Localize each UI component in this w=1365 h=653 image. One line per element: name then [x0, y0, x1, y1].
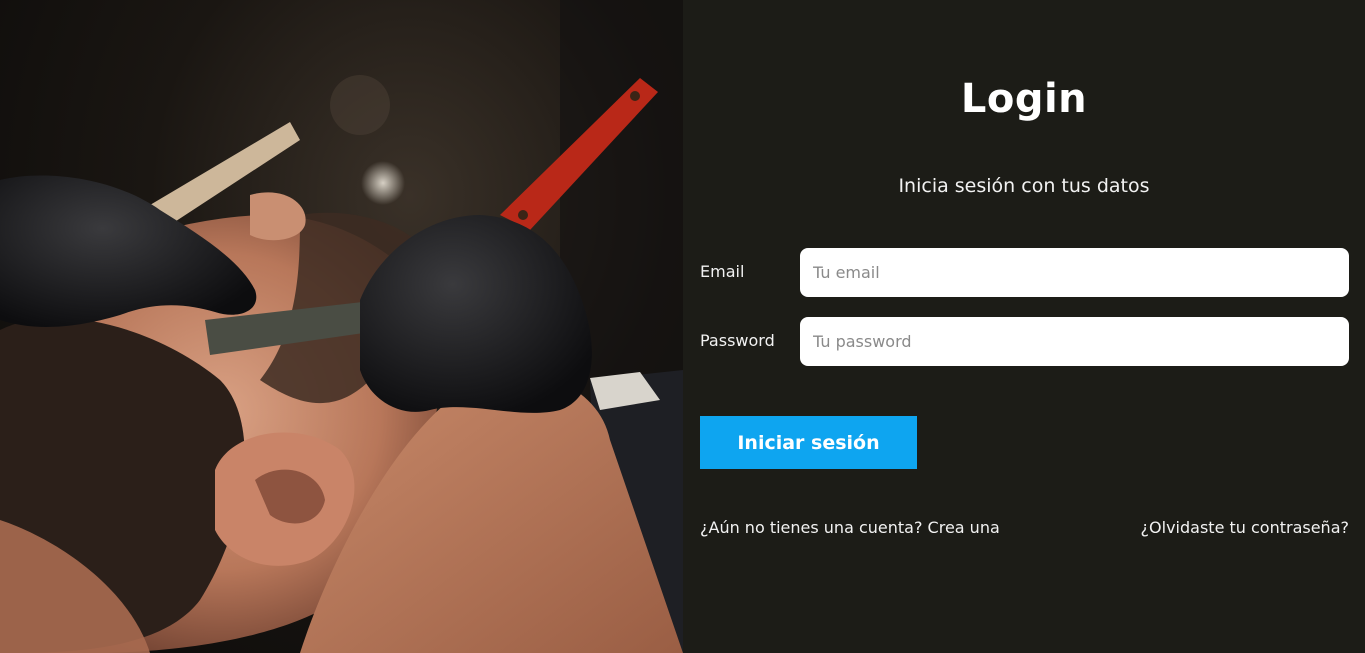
email-label: Email [700, 262, 745, 281]
login-panel: Login Inicia sesión con tus datos Email … [683, 0, 1365, 653]
login-subtitle: Inicia sesión con tus datos [898, 175, 1150, 197]
barber-shave-illustration [0, 0, 683, 653]
login-page: Login Inicia sesión con tus datos Email … [0, 0, 1365, 653]
email-field[interactable] [800, 248, 1349, 297]
password-field[interactable] [800, 317, 1349, 366]
hero-image [0, 0, 683, 653]
register-link[interactable]: ¿Aún no tienes una cuenta? Crea una [700, 518, 1000, 537]
password-label: Password [700, 331, 775, 350]
login-button[interactable]: Iniciar sesión [700, 416, 917, 469]
page-title: Login [960, 76, 1088, 122]
forgot-password-link[interactable]: ¿Olvidaste tu contraseña? [1141, 518, 1349, 537]
